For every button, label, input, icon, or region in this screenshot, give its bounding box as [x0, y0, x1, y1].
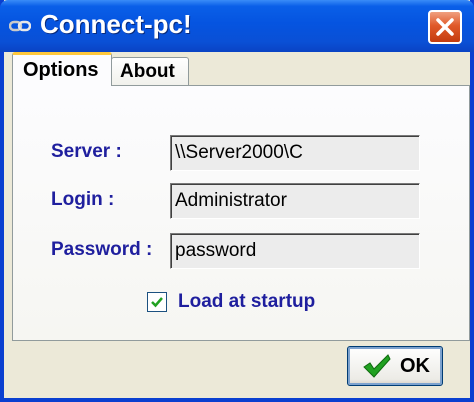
checkbox-check-icon	[151, 297, 163, 308]
ok-button-label: OK	[400, 355, 430, 377]
close-icon	[436, 18, 454, 36]
load-at-startup-label[interactable]: Load at startup	[178, 291, 315, 313]
tab-options-label: Options	[23, 59, 99, 81]
link-chain-icon	[8, 15, 32, 37]
load-at-startup-checkbox[interactable]	[147, 292, 167, 312]
ok-button[interactable]: OK	[347, 346, 443, 386]
password-input[interactable]: password	[170, 233, 420, 269]
close-button[interactable]	[428, 10, 462, 44]
window-title: Connect-pc!	[40, 9, 192, 39]
tab-about-label: About	[120, 61, 175, 82]
connect-pc-window: Connect-pc! Options About Server : \\Ser…	[0, 0, 474, 402]
tab-options[interactable]: Options	[12, 52, 112, 86]
login-input[interactable]: Administrator	[170, 183, 420, 219]
login-label: Login :	[51, 189, 115, 210]
title-bar[interactable]: Connect-pc!	[0, 0, 474, 52]
checkmark-icon	[362, 353, 392, 384]
password-label: Password :	[51, 239, 153, 260]
server-input[interactable]: \\Server2000\C	[170, 135, 420, 171]
server-label: Server :	[51, 141, 122, 162]
tab-about[interactable]: About	[111, 57, 189, 85]
